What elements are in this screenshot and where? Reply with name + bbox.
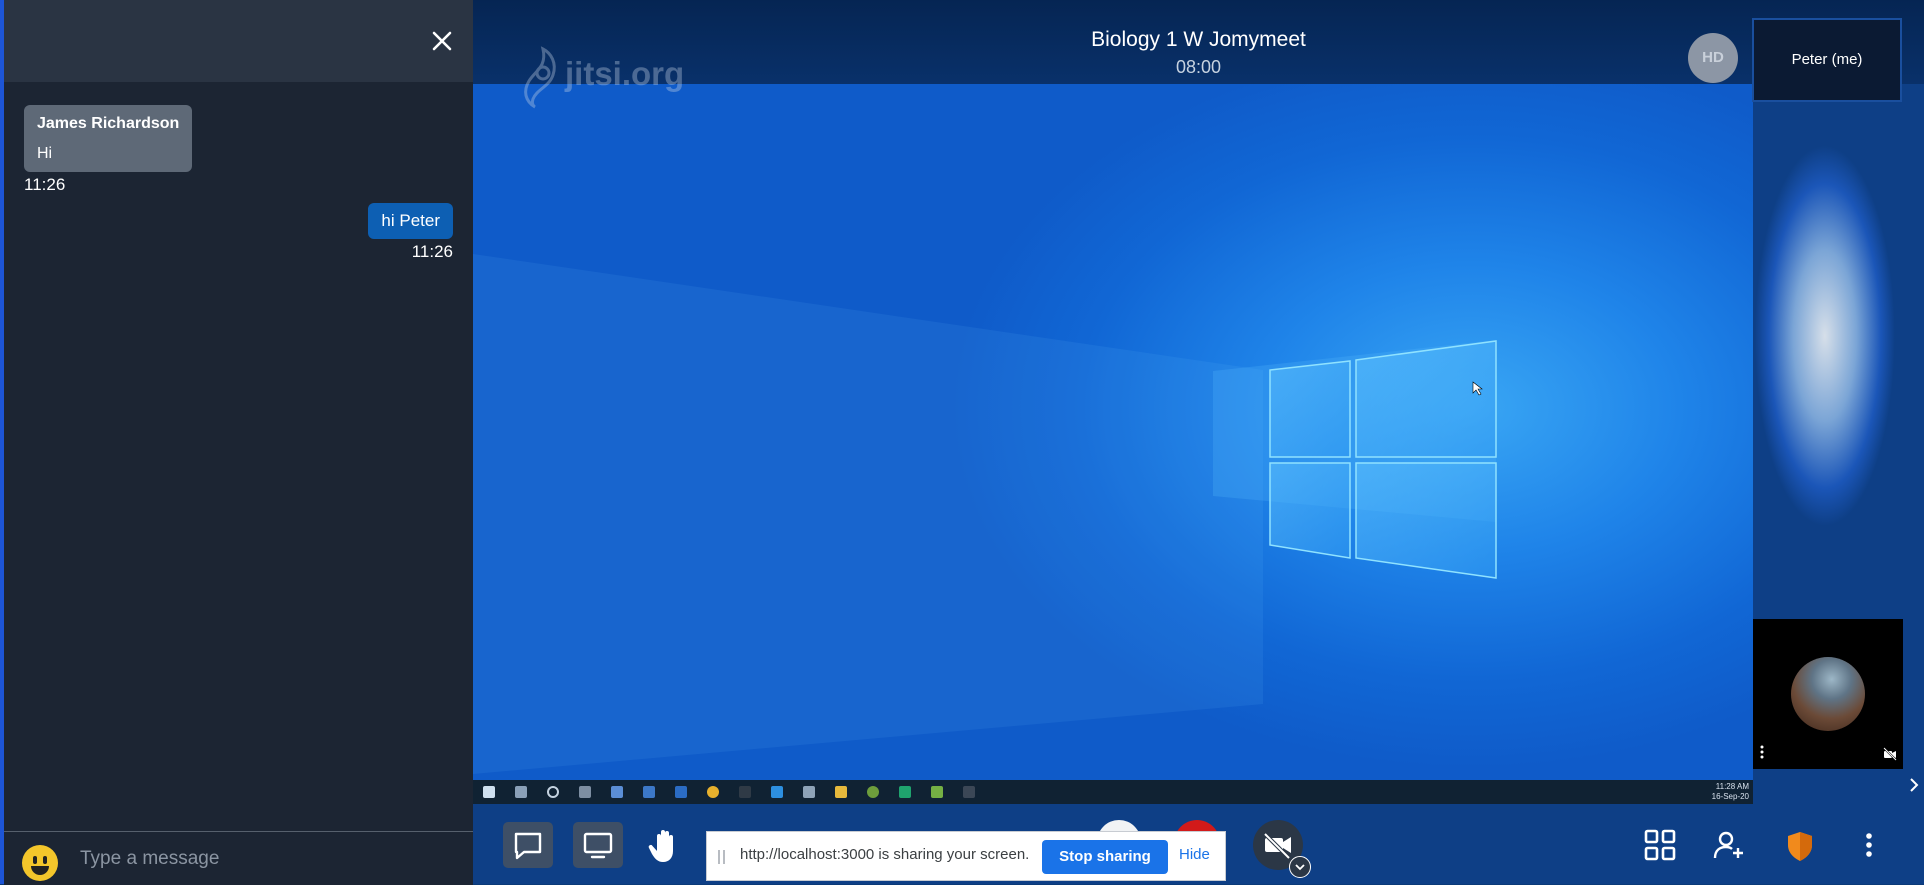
close-icon[interactable] [427,26,457,56]
screen-share-icon [583,832,613,859]
message-sender: James Richardson [37,115,180,132]
chat-header [4,0,473,82]
shared-screen: 11:28 AM 16-Sep-20 [473,84,1753,804]
taskbar-clock-date: 16-Sep-20 [1711,792,1749,801]
more-icon [1866,833,1872,857]
taskbar-chrome-icon [707,786,719,798]
taskbar-clock: 11:28 AM 16-Sep-20 [1712,782,1749,802]
share-banner-message: http://localhost:3000 is sharing your sc… [740,846,1030,863]
screen-share-button[interactable] [573,822,623,868]
chevron-right-icon[interactable] [1907,776,1921,794]
taskbar-app-icon [963,786,975,798]
participant-avatar [1791,657,1865,731]
invite-icon [1713,831,1743,859]
chevron-down-icon [1295,864,1305,871]
hide-banner-link[interactable]: Hide [1179,846,1210,863]
windows-wallpaper [473,254,1497,774]
jitsi-watermark: jitsi.org [521,45,684,114]
chat-message-input[interactable] [78,844,442,874]
tile-more-icon[interactable] [1760,745,1764,759]
windows-taskbar: 11:28 AM 16-Sep-20 [473,780,1753,804]
message-time: 11:26 [24,175,66,194]
raise-hand-button[interactable] [643,824,685,866]
taskbar-app-icon [803,786,815,798]
security-button[interactable] [1786,830,1814,862]
tile-view-icon [1644,829,1676,861]
chat-toggle-button[interactable] [503,822,553,868]
message-text: Hi [37,145,53,162]
more-actions-button[interactable] [1863,830,1875,860]
invite-button[interactable] [1713,830,1745,860]
tile-view-button[interactable] [1643,828,1677,862]
camera-toggle-button[interactable] [1253,820,1311,878]
taskbar-app-icon [579,786,591,798]
outgoing-message: hi Peter [368,203,453,239]
taskbar-vscode-icon [771,786,783,798]
emoji-icon[interactable] [22,845,58,881]
taskbar-folder-icon [835,786,847,798]
taskbar-app-icon [643,786,655,798]
camera-muted-icon [1883,747,1897,761]
camera-options-button[interactable] [1289,856,1311,878]
taskbar-app-icon [931,786,943,798]
windows-start-icon [483,786,495,798]
chat-icon [514,832,542,860]
taskbar-search-icon [515,786,527,798]
remote-participant-tile[interactable] [1753,619,1903,769]
taskbar-app-icon [899,786,911,798]
drag-handle-icon[interactable] [718,850,726,864]
raise-hand-icon [648,830,673,862]
screen-share-notification: http://localhost:3000 is sharing your sc… [706,831,1226,881]
video-quality-badge[interactable]: HD [1688,33,1738,83]
chat-panel: James Richardson Hi 11:26 hi Peter 11:26 [4,0,473,885]
taskbar-app-icon [611,786,623,798]
taskbar-app-icon [739,786,751,798]
conference-stage: 11:28 AM 16-Sep-20 jitsi.org Biology 1 W… [473,0,1924,884]
security-shield-icon [1788,832,1812,861]
taskbar-app-icon [675,786,687,798]
incoming-message: James Richardson Hi [24,105,193,172]
taskbar-app-icon [867,786,879,798]
stop-sharing-button[interactable]: Stop sharing [1042,840,1168,874]
message-time: 11:26 [411,242,453,261]
self-video-tile[interactable]: Peter (me) [1752,18,1902,102]
chat-input-bar [4,831,473,885]
taskbar-clock-time: 11:28 AM [1715,782,1749,791]
taskbar-cortana-icon [547,786,559,798]
